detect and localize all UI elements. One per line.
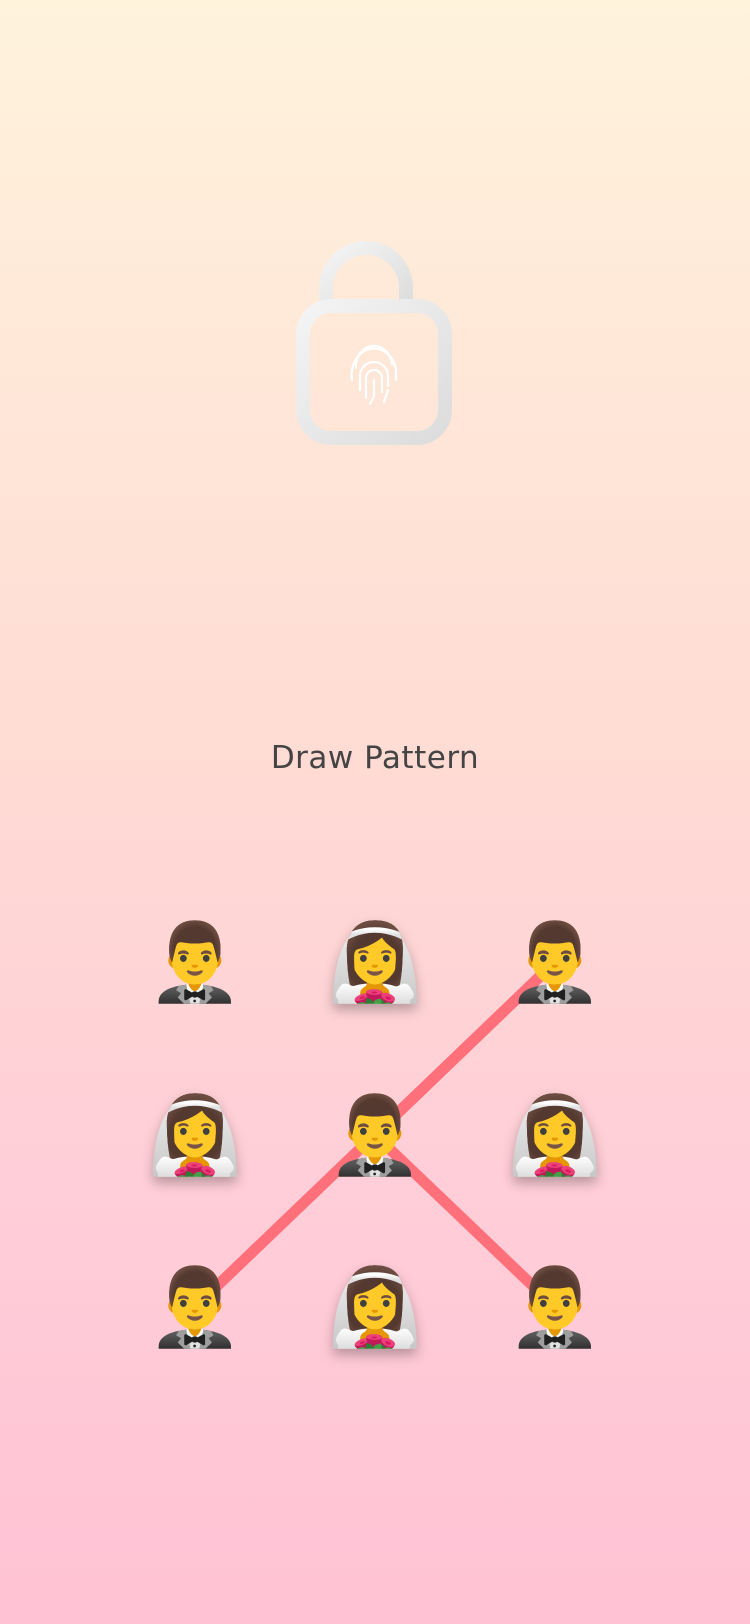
pattern-node-bride-with-veil[interactable]: 👰‍♀️ [320,1252,430,1362]
pattern-lines [191,958,559,1311]
pattern-node-bride-with-veil[interactable]: 👰‍♀️ [320,907,430,1017]
pattern-node-man-in-tuxedo[interactable]: 🤵‍♂️ [500,907,610,1017]
pattern-node-bride-with-veil[interactable]: 👰‍♀️ [140,1080,250,1190]
pattern-node-man-in-tuxedo[interactable]: 🤵‍♂️ [140,1252,250,1362]
pattern-node-man-in-tuxedo[interactable]: 🤵‍♂️ [320,1080,430,1190]
pattern-node-bride-with-veil[interactable]: 👰‍♀️ [500,1080,610,1190]
pattern-node-man-in-tuxedo[interactable]: 🤵‍♂️ [140,907,250,1017]
pattern-node-man-in-tuxedo[interactable]: 🤵‍♂️ [500,1252,610,1362]
